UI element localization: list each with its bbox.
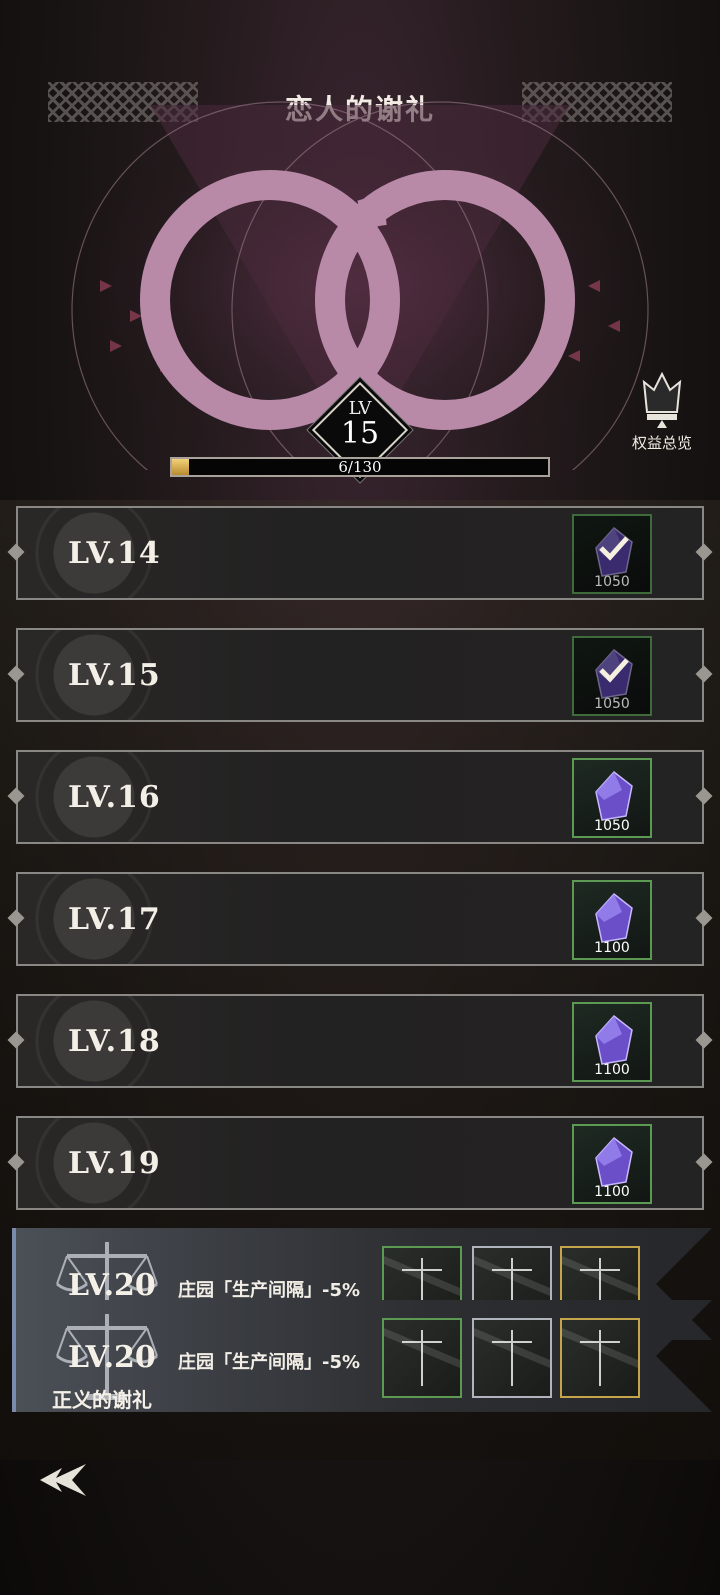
reward-item[interactable]: 1050 — [572, 514, 652, 594]
level-row: LV.16 1050 — [7, 750, 713, 844]
level-row: LV.19 1100 — [7, 1116, 713, 1210]
back-arrow-icon[interactable] — [36, 1458, 92, 1502]
crystal-gem-icon — [595, 770, 633, 821]
benefit-overview-button[interactable]: 权益总览 — [622, 371, 702, 462]
level-label: LV.17 — [68, 902, 161, 937]
reward-quantity: 1050 — [594, 696, 630, 712]
milestone-effect: 庄园「生产间隔」-5% — [178, 1352, 361, 1373]
reward-item[interactable]: 1100 — [572, 1124, 652, 1204]
check-icon — [599, 658, 629, 683]
level-label: LV.19 — [68, 1146, 161, 1181]
reward-quantity: 1050 — [594, 574, 630, 590]
crystal-gem-icon — [595, 1014, 633, 1065]
level-row: LV.14 1050 — [7, 506, 713, 600]
milestone-reward-slot[interactable] — [472, 1318, 552, 1398]
level-row: LV.18 1100 — [7, 994, 713, 1088]
benefit-overview-label: 权益总览 — [631, 434, 692, 452]
reward-art-icon — [474, 1328, 550, 1386]
reward-art-icon — [562, 1328, 638, 1386]
milestone-level-label: LV.20 — [68, 1268, 156, 1303]
reward-quantity: 1100 — [594, 1062, 630, 1078]
reward-item[interactable]: 1050 — [572, 636, 652, 716]
level-row: LV.17 1100 — [7, 872, 713, 966]
milestone-effect: 庄园「生产间隔」-5% — [178, 1280, 361, 1301]
exp-progress-bar: 6/130 — [170, 457, 550, 477]
level-label: LV.14 — [68, 536, 161, 571]
reward-quantity: 1100 — [594, 1184, 630, 1200]
milestone-reward-slot[interactable] — [382, 1318, 462, 1398]
reward-item[interactable]: 1100 — [572, 880, 652, 960]
crystal-gem-icon — [595, 892, 633, 943]
level-label: LV.16 — [68, 780, 161, 815]
reward-item[interactable]: 1050 — [572, 758, 652, 838]
milestone-row[interactable]: LV.20 庄园「生产间隔」-5% 正义的谢礼 — [12, 1300, 712, 1412]
milestone-level-label: LV.20 — [68, 1340, 156, 1375]
reward-item[interactable]: 1100 — [572, 1002, 652, 1082]
level-row: LV.15 1050 — [7, 628, 713, 722]
reward-art-icon — [384, 1328, 460, 1386]
check-icon — [599, 536, 629, 561]
exp-progress-text: 6/130 — [338, 458, 382, 476]
reward-quantity: 1050 — [594, 818, 630, 834]
reward-quantity: 1100 — [594, 940, 630, 956]
level-label: LV.15 — [68, 658, 161, 693]
milestone-subtitle: 正义的谢礼 — [52, 1388, 152, 1412]
crown-icon — [642, 371, 682, 428]
milestone-reward-slot[interactable] — [560, 1318, 640, 1398]
level-badge-value: 15 — [340, 416, 380, 451]
crystal-gem-icon — [595, 1136, 633, 1187]
level-label: LV.18 — [68, 1024, 161, 1059]
